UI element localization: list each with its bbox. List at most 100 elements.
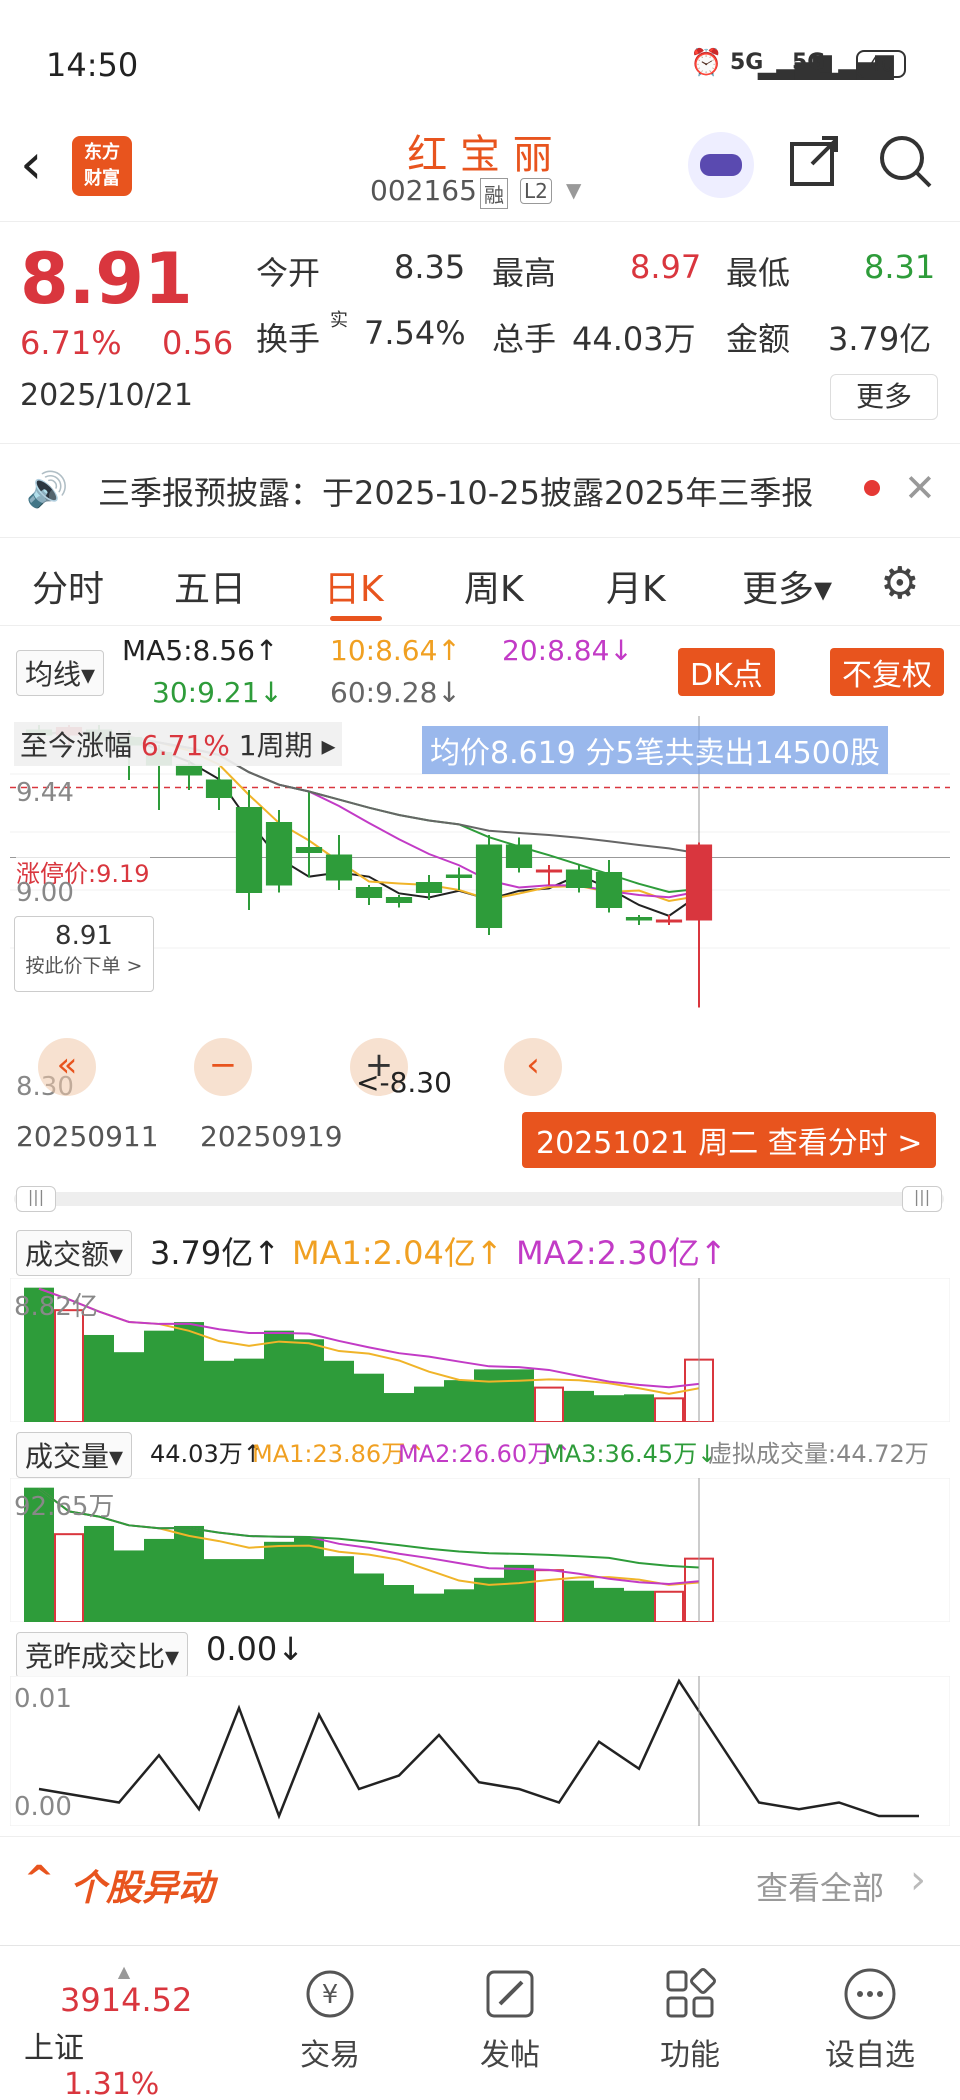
tab-indicator (330, 616, 382, 621)
robot-avatar-icon[interactable] (688, 132, 754, 198)
ratio-selector[interactable]: 竞昨成交比▾ (16, 1632, 189, 1678)
tab-weekly-k[interactable]: 周K (464, 560, 524, 612)
more-dots-icon (810, 1966, 930, 2022)
trade-yen-icon: ¥ (270, 1966, 390, 2022)
virtual-volume: 虚拟成交量:44.72万 (708, 1440, 929, 1468)
open-label: 今开 (256, 254, 321, 292)
nav-post[interactable]: 发帖 (450, 1966, 570, 2074)
gain-box: 至今涨幅 6.71% 1周期 ▸ (14, 722, 342, 766)
chevron-right-icon: › (910, 1857, 926, 1903)
index-value: 3914.52 (60, 1981, 193, 2019)
amount-ma2: MA2:2.30亿↑ (516, 1234, 727, 1272)
volume-bar (264, 1541, 294, 1622)
volume-bar (444, 1380, 474, 1422)
volume-ma3: MA3:36.45万↓ (544, 1440, 718, 1468)
tab-monthly-k[interactable]: 月K (606, 560, 666, 612)
candle-body (385, 897, 413, 903)
settings-gear-icon[interactable]: ⚙ (880, 558, 919, 609)
amount-value: 3.79亿 (828, 320, 932, 358)
index-widget[interactable]: ▲ 3914.52 上证 1.31% (24, 1962, 224, 2100)
date-label-2: 20250919 (200, 1120, 343, 1153)
order-price: 8.91 (55, 921, 113, 951)
unread-dot (864, 480, 880, 496)
volume-bar (174, 1525, 204, 1622)
scroll-left-icon[interactable]: ‹ (504, 1038, 562, 1096)
ratio-value: 0.00↓ (206, 1630, 305, 1668)
volume-bar (384, 1393, 414, 1422)
volume-bar-chart (10, 1478, 950, 1622)
period-label[interactable]: 1周期 ▸ (239, 729, 336, 762)
chart-tabs: 分时 五日 日K 周K 月K 更多▾ ⚙ (0, 538, 960, 626)
share-icon[interactable] (786, 130, 842, 194)
change-value: 0.56 (162, 324, 234, 362)
volume-bar (324, 1556, 354, 1622)
open-value: 8.35 (394, 248, 466, 286)
nav-watchlist[interactable]: 设自选 (810, 1966, 930, 2074)
order-price-box[interactable]: 8.91 按此价下单 > (14, 916, 154, 992)
volume-bar (54, 1309, 84, 1422)
status-time: 14:50 (46, 46, 139, 84)
volume-bar (624, 1394, 654, 1422)
tab-more[interactable]: 更多▾ (742, 560, 832, 612)
trade-tooltip: 均价8.619 分5笔共卖出14500股 (422, 726, 888, 774)
movement-section[interactable]: ^ 个股异动 查看全部 › (0, 1836, 960, 1932)
candle-body (475, 844, 503, 928)
dropdown-icon[interactable]: ▼ (566, 178, 581, 202)
volume-bar (594, 1395, 624, 1422)
high-value: 8.97 (630, 248, 702, 286)
zoom-out-icon[interactable]: − (194, 1038, 252, 1096)
no-adjust-button[interactable]: 不复权 (830, 648, 944, 696)
notice-text: 三季报预披露：于2025-10-25披露2025年三季报 (98, 474, 814, 512)
volume-panel-value: 44.03万↑ (150, 1440, 263, 1468)
stock-code: 002165 (370, 174, 477, 207)
tab-intraday[interactable]: 分时 (32, 560, 104, 612)
close-icon[interactable]: ✕ (904, 466, 936, 510)
volume-bar (204, 1360, 234, 1422)
grid-apps-icon (630, 1966, 750, 2022)
status-bar: 14:50 ⏰ 5G ▂▃▅▇ 5G ▂▃▅▇ 40 (0, 0, 960, 120)
view-all-link[interactable]: 查看全部 (756, 1863, 884, 1909)
volume-bar (234, 1358, 264, 1422)
candle-body (265, 822, 293, 886)
high-label: 最高 (492, 254, 557, 292)
amount-selector[interactable]: 成交额▾ (16, 1230, 133, 1276)
dk-point-button[interactable]: DK点 (678, 648, 775, 696)
current-price: 8.91 (20, 238, 193, 320)
stock-header: ‹ 东方 财富 红 宝 丽 002165 融 L2 ▼ (0, 120, 960, 222)
notice-bar[interactable]: 🔊 三季报预披露：于2025-10-25披露2025年三季报 ✕ (0, 444, 960, 538)
volume-selector[interactable]: 成交量▾ (16, 1432, 133, 1478)
ma-selector[interactable]: 均线▾ (16, 650, 105, 696)
tab-daily-k[interactable]: 日K (324, 560, 384, 612)
volume-bar (114, 1352, 144, 1422)
volume-bar (294, 1537, 324, 1622)
amount-bar-chart (10, 1278, 950, 1422)
edit-pencil-icon (450, 1966, 570, 2022)
volume-bar (294, 1339, 324, 1422)
tab-five-day[interactable]: 五日 (174, 560, 246, 612)
volume-bar (324, 1360, 354, 1422)
speaker-icon: 🔊 (26, 470, 69, 510)
volume-bar (504, 1369, 534, 1422)
range-handle-left[interactable]: ||| (16, 1186, 56, 1212)
date-label-1: 20250911 (16, 1120, 159, 1153)
volume-ymax: 92.65万 (14, 1492, 115, 1522)
ratio-ymax: 0.01 (14, 1684, 72, 1714)
nav-function[interactable]: 功能 (630, 1966, 750, 2074)
candle-body (505, 844, 533, 868)
volume-value: 44.03万 (572, 320, 696, 358)
battery-icon: 40 (856, 50, 906, 78)
volume-bar (384, 1585, 414, 1622)
chevron-up-small-icon: ▲ (117, 1962, 131, 1981)
volume-bar (564, 1580, 594, 1622)
volume-bar (144, 1330, 174, 1422)
range-scrollbar[interactable] (14, 1192, 944, 1206)
chevron-up-icon: ^ (24, 1859, 55, 1900)
range-handle-right[interactable]: ||| (902, 1186, 942, 1212)
view-intraday-button[interactable]: 20251021 周二 查看分时 > (522, 1112, 937, 1168)
ma5-value: MA5:8.56↑ (122, 634, 279, 667)
search-icon[interactable] (876, 132, 936, 196)
more-button[interactable]: 更多 (830, 374, 938, 420)
nav-trade[interactable]: ¥ 交易 (270, 1966, 390, 2074)
scroll-left-fast-icon[interactable]: « (38, 1038, 96, 1096)
alarm-icon: ⏰ (690, 48, 723, 78)
